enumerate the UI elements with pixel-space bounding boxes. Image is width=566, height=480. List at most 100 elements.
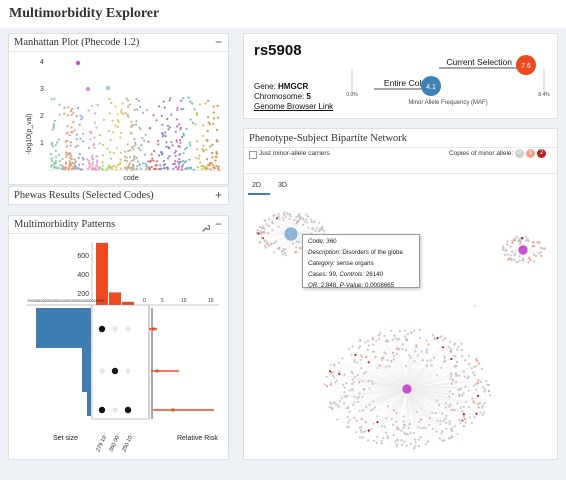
manhattan-point: [163, 163, 167, 166]
subject-node: [425, 348, 428, 351]
tab-3d[interactable]: 3D: [278, 182, 287, 189]
subject-node: [318, 227, 321, 231]
manhattan-point: [160, 150, 163, 153]
subject-node: [472, 400, 475, 403]
subject-node: [396, 439, 400, 442]
manhattan-point: [165, 141, 168, 144]
manhattan-point: [130, 132, 133, 135]
manhattan-point: [201, 167, 204, 170]
subject-node: [442, 419, 445, 423]
subject-node: [353, 358, 356, 361]
subject-node: [343, 391, 346, 394]
subject-node: [450, 408, 453, 411]
subject-node: [401, 348, 404, 351]
snp-panel: rs5908 Gene: HMGCR Chromosome: 5 Genome …: [243, 33, 558, 119]
subject-node: [271, 229, 274, 232]
subject-node: [311, 228, 314, 231]
subject-node: [360, 431, 363, 434]
manhattan-point: [215, 139, 218, 142]
manhattan-point: [70, 107, 74, 110]
subject-node: [485, 379, 488, 382]
subject-node: [462, 392, 465, 395]
manhattan-point: [155, 119, 158, 122]
subject-node: [361, 396, 364, 399]
manhattan-point: [79, 137, 82, 140]
manhattan-point: [157, 154, 161, 157]
subject-node: [376, 367, 379, 370]
subject-node: [426, 359, 429, 362]
subject-node: [375, 339, 378, 342]
subject-node: [474, 383, 477, 386]
cluster-large: [323, 328, 492, 450]
manhattan-point: [64, 140, 67, 143]
tab-2d[interactable]: 2D: [252, 182, 261, 189]
subject-node: [306, 215, 310, 218]
manhattan-point: [127, 150, 130, 153]
manhattan-point: [196, 166, 199, 169]
minor-allele-checkbox-label: Just minor-allele carriers: [259, 150, 330, 157]
manhattan-point: [152, 159, 155, 162]
subject-node: [438, 403, 441, 406]
manhattan-point: [123, 159, 126, 162]
subject-node: [310, 218, 313, 221]
manhattan-point: [65, 153, 68, 156]
phewas-expand-button[interactable]: +: [215, 188, 222, 202]
subject-node: [462, 413, 465, 416]
manhattan-point: [197, 157, 200, 160]
subject-node: [444, 417, 447, 420]
minor-allele-checkbox[interactable]: [249, 151, 257, 159]
subject-node: [462, 424, 465, 427]
manhattan-point: [167, 128, 170, 131]
subject-node: [358, 409, 361, 412]
manhattan-point: [70, 126, 73, 129]
subject-node: [331, 374, 334, 377]
manhattan-point: [89, 138, 92, 141]
entire-cohort-value: 4.1: [426, 84, 436, 91]
cluster-small: [502, 235, 546, 264]
manhattan-point: [133, 137, 136, 141]
subject-node: [506, 240, 509, 243]
subject-node: [518, 255, 521, 258]
manhattan-point: [128, 156, 131, 159]
subject-node: [458, 374, 461, 377]
manhattan-point: [126, 166, 129, 169]
subject-node: [460, 355, 464, 358]
manhattan-point: [141, 137, 144, 140]
manhattan-point: [57, 166, 60, 169]
subject-node: [314, 229, 317, 232]
manhattan-point: [70, 154, 73, 157]
manhattan-point: [119, 158, 122, 161]
subject-node: [396, 347, 399, 350]
subject-node: [531, 245, 534, 248]
subject-node: [440, 335, 443, 338]
manhattan-plot[interactable]: -log10(p_val) 4 3 2 1 code: [9, 34, 230, 186]
subject-node: [395, 420, 398, 423]
manhattan-point: [82, 132, 85, 135]
manhattan-point: [199, 161, 202, 164]
subject-node: [455, 380, 458, 383]
bar-tick: 200: [77, 291, 89, 298]
subject-node: [351, 378, 354, 381]
subject-node: [430, 364, 433, 367]
subject-node: [263, 239, 266, 242]
subject-node: [435, 374, 439, 377]
subject-node: [393, 354, 396, 357]
subject-node: [367, 429, 370, 432]
subject-node: [353, 375, 356, 378]
subject-node: [428, 423, 431, 426]
manhattan-point: [51, 128, 54, 131]
upset-plot[interactable]: 600 400 200 7000060000500004000030000200…: [9, 216, 230, 461]
subject-node: [456, 348, 459, 351]
manhattan-point: [158, 105, 161, 108]
subject-node: [464, 359, 467, 362]
manhattan-point: [175, 139, 178, 142]
subject-node: [295, 216, 298, 219]
manhattan-point: [155, 164, 158, 167]
manhattan-point: [73, 162, 76, 165]
phenotype-node: [401, 383, 413, 395]
subject-node: [453, 343, 456, 346]
manhattan-point: [65, 151, 68, 154]
manhattan-point: [214, 159, 217, 162]
manhattan-point: [52, 126, 55, 129]
manhattan-point: [75, 133, 78, 136]
